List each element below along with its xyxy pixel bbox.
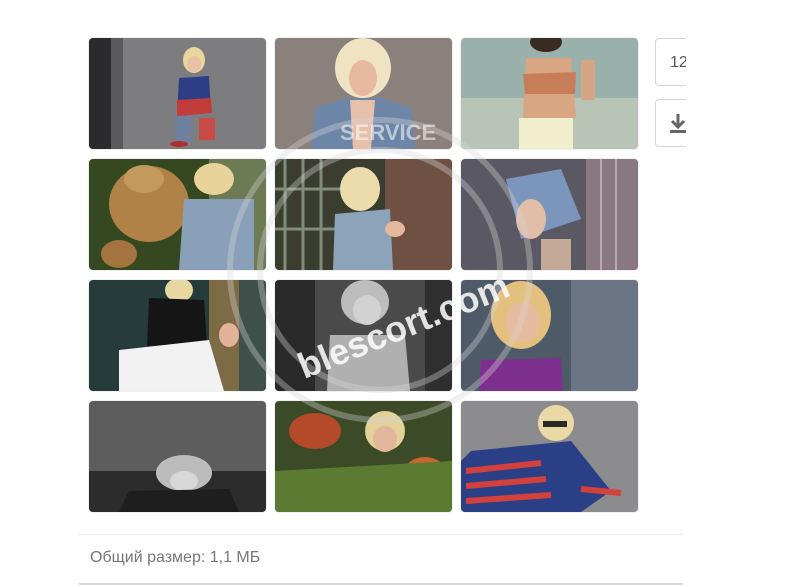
photo-thumbnail-5[interactable]: [275, 159, 452, 270]
photo-thumbnail-12[interactable]: [461, 401, 638, 512]
total-size-label: Общий размер: 1,1 МБ: [90, 549, 261, 566]
photo-thumbnail-11[interactable]: [275, 401, 452, 512]
photo-thumbnail-1[interactable]: [89, 38, 266, 149]
photo-thumbnail-4[interactable]: [89, 159, 266, 270]
photo-thumbnail-6[interactable]: [461, 159, 638, 270]
photo-grid: [89, 38, 638, 512]
photo-thumbnail-3[interactable]: [461, 38, 638, 149]
footer-divider: [79, 534, 683, 535]
photo-thumbnail-9[interactable]: [461, 280, 638, 391]
photo-thumbnail-10[interactable]: [89, 401, 266, 512]
bottom-border: [79, 583, 683, 585]
download-icon: [669, 112, 687, 139]
photo-thumbnail-2[interactable]: [275, 38, 452, 149]
photo-thumbnail-7[interactable]: [89, 280, 266, 391]
crop-mask: [686, 30, 800, 160]
photo-thumbnail-8[interactable]: [275, 280, 452, 391]
